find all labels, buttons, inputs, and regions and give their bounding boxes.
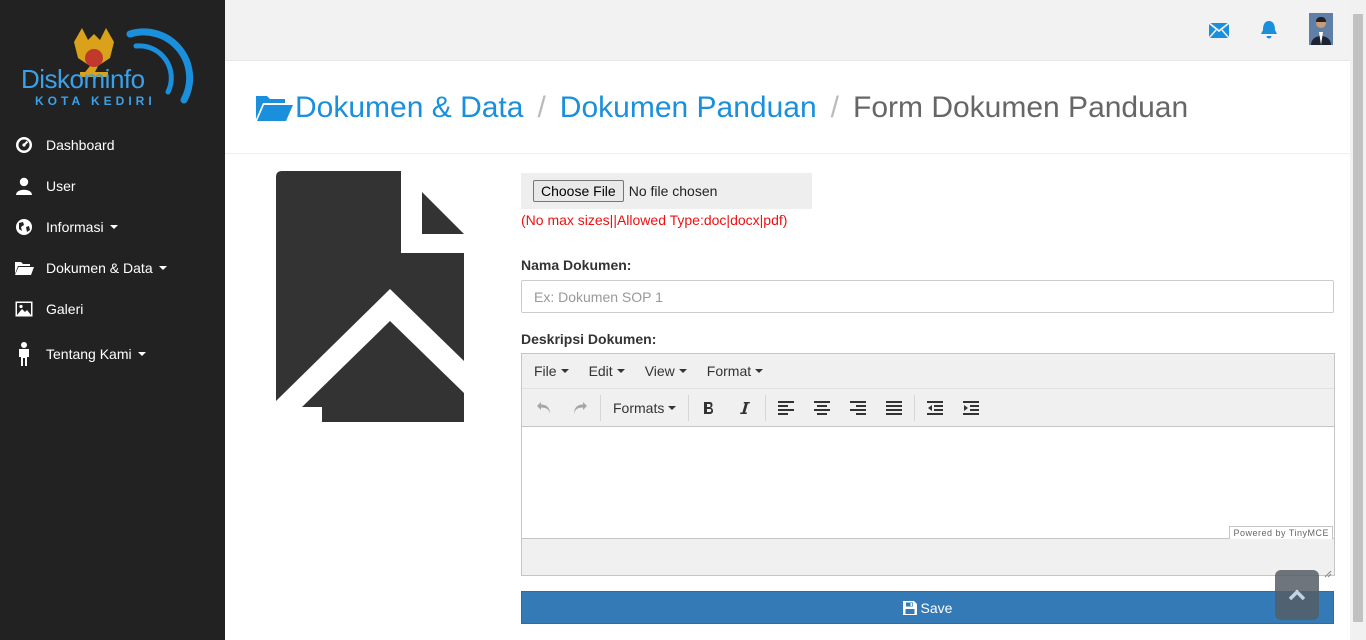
file-status-text: No file chosen — [628, 183, 718, 199]
undo-icon — [537, 401, 550, 414]
align-right-icon — [850, 400, 867, 415]
sidebar-item-label: Tentang Kami — [46, 346, 132, 362]
redo-icon — [574, 401, 587, 414]
floppy-disk-icon — [902, 600, 917, 615]
file-input[interactable]: Choose File No file chosen — [521, 173, 812, 209]
align-left-icon — [778, 400, 795, 415]
bell-icon[interactable] — [1260, 20, 1278, 45]
sidebar-item-label: User — [46, 177, 76, 194]
italic-icon — [740, 401, 751, 414]
editor-menu-format[interactable]: Format — [697, 363, 773, 379]
editor-toolbar: Formats — [522, 389, 1334, 426]
sidebar-item-galeri[interactable]: Galeri — [0, 288, 225, 329]
folder-open-icon — [14, 258, 34, 278]
editor-menu-view[interactable]: View — [635, 363, 697, 379]
page-scrollbar[interactable] — [1350, 0, 1366, 640]
powered-by-label: Powered by TinyMCE — [1229, 526, 1333, 539]
toolbar-separator — [914, 394, 916, 421]
picture-icon — [14, 299, 34, 319]
editor-menu-edit[interactable]: Edit — [579, 363, 635, 379]
page-header: Dokumen & Data / Dokumen Panduan / Form … — [225, 61, 1350, 154]
menu-label: Format — [706, 363, 752, 379]
sidebar-item-dashboard[interactable]: Dashboard — [0, 124, 225, 165]
deskripsi-dokumen-label: Deskripsi Dokumen: — [521, 331, 657, 347]
align-justify-button[interactable] — [876, 394, 912, 422]
toolbar-separator — [765, 394, 767, 421]
sidebar-item-user[interactable]: User — [0, 165, 225, 206]
chevron-down-icon — [755, 369, 764, 373]
editor-content-area[interactable]: Powered by TinyMCE — [522, 426, 1334, 539]
chevron-down-icon — [137, 352, 146, 356]
save-button-label: Save — [920, 599, 953, 616]
menu-label: Edit — [588, 363, 613, 379]
breadcrumb-dokumen-data[interactable]: Dokumen & Data — [295, 91, 523, 125]
breadcrumb-dokumen-panduan[interactable]: Dokumen Panduan — [560, 91, 817, 125]
breadcrumb-separator: / — [537, 91, 546, 124]
chevron-down-icon — [560, 369, 569, 373]
italic-button[interactable] — [727, 394, 763, 422]
toolbar-separator — [688, 394, 690, 421]
align-center-icon — [814, 400, 831, 415]
file-upload-icon — [276, 171, 464, 427]
user-icon — [14, 176, 34, 196]
brand-subtitle: KOTA KEDIRI — [35, 94, 156, 108]
editor-menu-file[interactable]: File — [524, 363, 579, 379]
outdent-button[interactable] — [917, 394, 953, 422]
globe-icon — [14, 217, 34, 237]
align-center-button[interactable] — [804, 394, 840, 422]
rich-text-editor: File Edit View Format Formats Powered by… — [521, 353, 1335, 578]
align-justify-icon — [886, 400, 903, 415]
undo-button[interactable] — [526, 394, 562, 422]
chevron-down-icon — [616, 369, 625, 373]
nama-dokumen-input[interactable] — [521, 280, 1334, 313]
editor-menubar: File Edit View Format — [522, 354, 1334, 389]
formats-dropdown[interactable]: Formats — [603, 394, 686, 422]
sidebar-item-label: Informasi — [46, 218, 104, 235]
save-button[interactable]: Save — [521, 591, 1334, 624]
sidebar-item-dokumen-data[interactable]: Dokumen & Data — [0, 247, 225, 288]
menu-label: File — [534, 363, 557, 379]
back-to-top-button[interactable] — [1275, 570, 1319, 620]
folder-open-icon — [255, 93, 293, 123]
chevron-down-icon — [668, 405, 677, 410]
indent-icon — [963, 400, 980, 415]
chevron-down-icon — [109, 224, 118, 229]
redo-button[interactable] — [562, 394, 598, 422]
sidebar-item-label: Dokumen & Data — [46, 259, 153, 276]
page-title: Form Dokumen Panduan — [853, 91, 1189, 124]
sidebar-nav: Dashboard User Informasi Dokumen & Data — [0, 124, 225, 379]
sidebar: Diskominfo KOTA KEDIRI Dashboard User In… — [0, 0, 225, 640]
indent-button[interactable] — [953, 394, 989, 422]
toolbar-separator — [600, 394, 601, 421]
diskominfo-logo[interactable]: Diskominfo KOTA KEDIRI — [18, 20, 208, 115]
avatar[interactable] — [1309, 13, 1333, 45]
resize-handle-icon[interactable] — [1324, 565, 1332, 578]
breadcrumb: Dokumen & Data / Dokumen Panduan / Form … — [255, 91, 1188, 125]
bold-icon — [704, 401, 714, 414]
choose-file-button[interactable]: Choose File — [533, 180, 624, 202]
sidebar-item-tentang-kami[interactable]: Tentang Kami — [0, 329, 225, 379]
nama-dokumen-label: Nama Dokumen: — [521, 257, 632, 273]
formats-label: Formats — [613, 399, 665, 416]
person-icon — [14, 342, 34, 366]
breadcrumb-separator: / — [830, 91, 839, 124]
scrollbar-thumb[interactable] — [1353, 14, 1363, 622]
chevron-down-icon — [158, 265, 167, 270]
chevron-up-icon — [1289, 589, 1305, 601]
sidebar-item-informasi[interactable]: Informasi — [0, 206, 225, 247]
align-left-button[interactable] — [768, 394, 804, 422]
sidebar-item-label: Dashboard — [46, 136, 115, 153]
envelope-icon[interactable] — [1208, 22, 1230, 43]
menu-label: View — [644, 363, 675, 379]
top-navbar — [225, 0, 1350, 61]
align-right-button[interactable] — [840, 394, 876, 422]
file-type-hint: (No max sizes||Allowed Type:doc|docx|pdf… — [521, 212, 788, 228]
bold-button[interactable] — [691, 394, 727, 422]
dashboard-icon — [14, 135, 34, 155]
chevron-down-icon — [678, 369, 687, 373]
outdent-icon — [927, 400, 944, 415]
brand-name: Diskominfo — [21, 64, 145, 94]
sidebar-item-label: Galeri — [46, 300, 84, 317]
